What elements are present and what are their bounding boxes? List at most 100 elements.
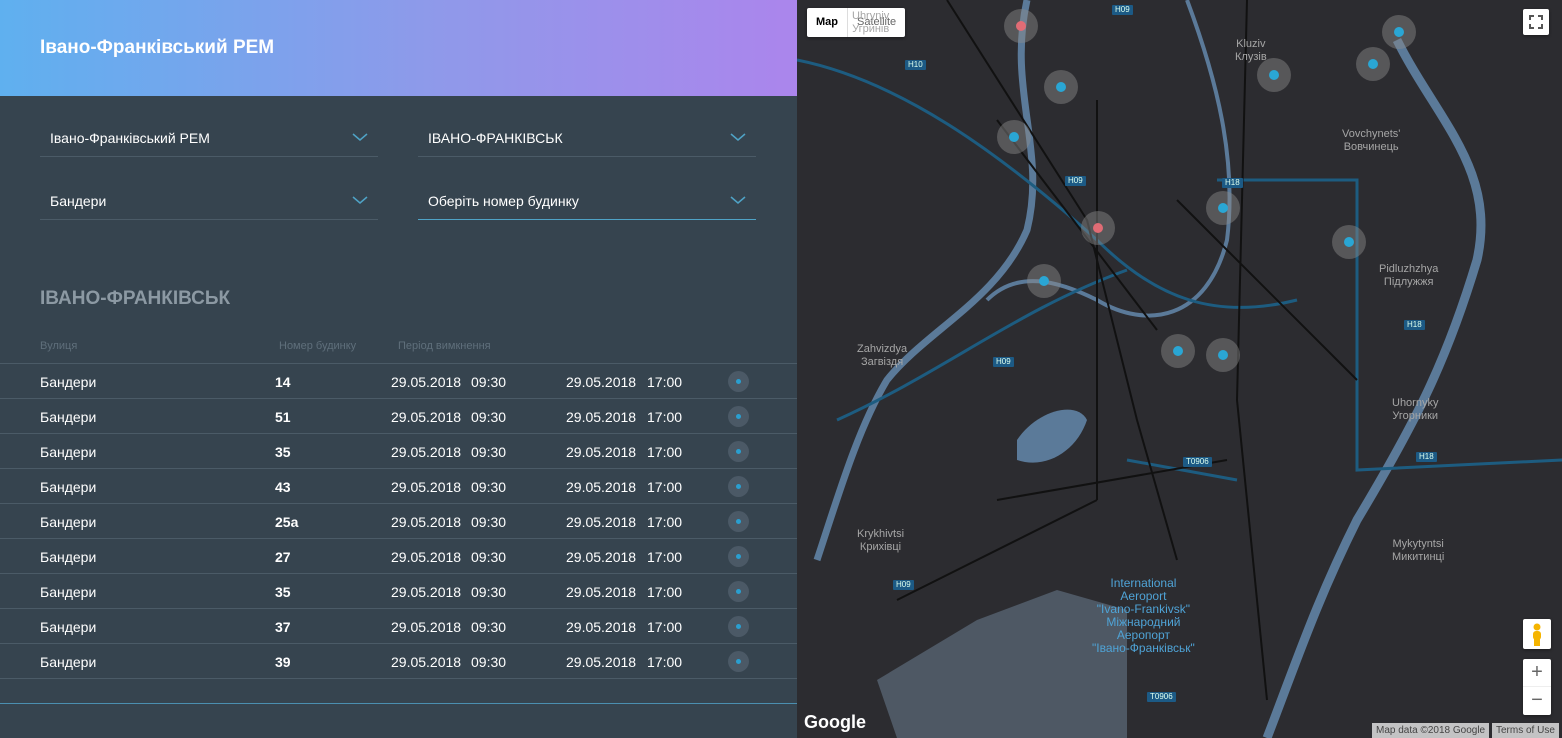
place-label: Zahvizdya Загвіздя <box>857 343 908 368</box>
page-title: Івано-Франківський РЕМ <box>40 37 275 58</box>
place-label: Mykytyntsi Микитинці <box>1392 538 1445 563</box>
start-time-cell: 09:30 <box>471 444 507 460</box>
house-cell: 14 <box>275 374 291 390</box>
chevron-down-icon <box>352 133 368 141</box>
outage-marker[interactable] <box>1027 264 1061 298</box>
end-date-cell: 29.05.2018 <box>566 409 637 425</box>
divider <box>0 703 797 704</box>
start-date-cell: 29.05.2018 <box>391 514 462 530</box>
show-on-map-button[interactable] <box>728 651 749 672</box>
end-time-cell: 17:00 <box>647 654 683 670</box>
place-label: Krykhivtsi Крихівці <box>857 528 905 553</box>
map[interactable]: Map Satellite + − Google Map data ©2018 … <box>797 0 1562 738</box>
rem-select[interactable]: Івано-Франківський РЕМ <box>40 119 378 157</box>
road-label: H09 <box>1112 5 1133 15</box>
place-label: Kluziv Клузів <box>1235 38 1267 63</box>
column-street: Вулиця <box>40 340 78 352</box>
start-date-cell: 29.05.2018 <box>391 374 462 390</box>
outage-marker[interactable] <box>1382 15 1416 49</box>
show-on-map-button[interactable] <box>728 546 749 567</box>
end-time-cell: 17:00 <box>647 584 683 600</box>
outage-marker[interactable] <box>1332 225 1366 259</box>
outage-marker[interactable] <box>1206 191 1240 225</box>
street-cell: Бандери <box>40 549 97 565</box>
show-on-map-button[interactable] <box>728 441 749 462</box>
header: Івано-Франківський РЕМ <box>0 0 797 96</box>
street-select-value: Бандери <box>50 192 107 209</box>
end-date-cell: 29.05.2018 <box>566 549 637 565</box>
road-label: H09 <box>893 580 914 590</box>
outage-marker[interactable] <box>1044 70 1078 104</box>
table-row: Бандери 37 29.05.2018 09:30 29.05.2018 1… <box>0 608 797 643</box>
end-date-cell: 29.05.2018 <box>566 514 637 530</box>
table-row: Бандери 35 29.05.2018 09:30 29.05.2018 1… <box>0 573 797 608</box>
road-label: T0906 <box>1147 692 1176 702</box>
outage-marker[interactable] <box>997 120 1031 154</box>
table-row: Бандери 39 29.05.2018 09:30 29.05.2018 1… <box>0 643 797 678</box>
street-cell: Бандери <box>40 619 97 635</box>
house-cell: 27 <box>275 549 291 565</box>
show-on-map-button[interactable] <box>728 581 749 602</box>
road-label: H09 <box>1065 176 1086 186</box>
outage-marker[interactable] <box>1257 58 1291 92</box>
zoom-out-button[interactable]: − <box>1523 687 1551 715</box>
street-cell: Бандери <box>40 514 97 530</box>
end-date-cell: 29.05.2018 <box>566 479 637 495</box>
start-time-cell: 09:30 <box>471 514 507 530</box>
city-select-value: ІВАНО-ФРАНКІВСЬК <box>428 129 563 146</box>
pegman-button[interactable] <box>1523 619 1551 649</box>
house-select[interactable]: Оберіть номер будинку <box>418 182 756 220</box>
rem-select-value: Івано-Франківський РЕМ <box>50 129 210 146</box>
start-date-cell: 29.05.2018 <box>391 654 462 670</box>
start-date-cell: 29.05.2018 <box>391 584 462 600</box>
start-date-cell: 29.05.2018 <box>391 409 462 425</box>
road-label: H18 <box>1416 452 1437 462</box>
start-date-cell: 29.05.2018 <box>391 479 462 495</box>
show-on-map-button[interactable] <box>728 616 749 637</box>
show-on-map-button[interactable] <box>728 511 749 532</box>
house-cell: 35 <box>275 584 291 600</box>
chevron-down-icon <box>730 196 746 204</box>
city-select[interactable]: ІВАНО-ФРАНКІВСЬК <box>418 119 756 157</box>
show-on-map-button[interactable] <box>728 371 749 392</box>
divider <box>0 678 797 679</box>
table-row: Бандери 14 29.05.2018 09:30 29.05.2018 1… <box>0 363 797 398</box>
end-date-cell: 29.05.2018 <box>566 584 637 600</box>
outage-marker-active[interactable] <box>1081 211 1115 245</box>
outage-marker[interactable] <box>1161 334 1195 368</box>
end-time-cell: 17:00 <box>647 549 683 565</box>
outage-marker[interactable] <box>1356 47 1390 81</box>
end-date-cell: 29.05.2018 <box>566 444 637 460</box>
street-cell: Бандери <box>40 584 97 600</box>
end-time-cell: 17:00 <box>647 444 683 460</box>
outage-marker[interactable] <box>1206 338 1240 372</box>
zoom-in-button[interactable]: + <box>1523 659 1551 687</box>
show-on-map-button[interactable] <box>728 476 749 497</box>
end-date-cell: 29.05.2018 <box>566 654 637 670</box>
street-cell: Бандери <box>40 374 97 390</box>
end-date-cell: 29.05.2018 <box>566 374 637 390</box>
house-cell: 25а <box>275 514 299 530</box>
map-type-map-button[interactable]: Map <box>807 8 847 37</box>
table-row: Бандери 35 29.05.2018 09:30 29.05.2018 1… <box>0 433 797 468</box>
road-label: T0906 <box>1183 457 1212 467</box>
fullscreen-icon <box>1529 15 1543 29</box>
terms-link[interactable]: Terms of Use <box>1492 723 1559 738</box>
end-time-cell: 17:00 <box>647 619 683 635</box>
table-row: Бандери 51 29.05.2018 09:30 29.05.2018 1… <box>0 398 797 433</box>
show-on-map-button[interactable] <box>728 406 749 427</box>
house-select-placeholder: Оберіть номер будинку <box>428 192 579 209</box>
end-time-cell: 17:00 <box>647 514 683 530</box>
outage-marker-active[interactable] <box>1004 9 1038 43</box>
lake <box>1017 409 1087 463</box>
map-attribution: Map data ©2018 Google <box>1372 723 1490 738</box>
start-date-cell: 29.05.2018 <box>391 549 462 565</box>
airport <box>877 590 1127 738</box>
place-label: Pidluzhzhya Підлужжя <box>1379 263 1439 288</box>
place-label: Uhornyky Угорники <box>1392 397 1439 422</box>
fullscreen-button[interactable] <box>1523 9 1549 35</box>
column-period: Період вимкнення <box>398 340 491 352</box>
street-select[interactable]: Бандери <box>40 182 378 220</box>
column-house: Номер будинку <box>279 340 357 352</box>
start-time-cell: 09:30 <box>471 619 507 635</box>
